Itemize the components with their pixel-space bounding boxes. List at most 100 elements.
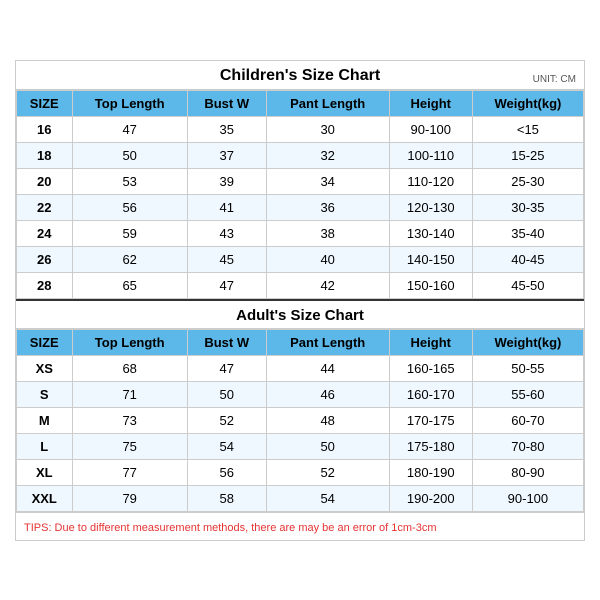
table-cell: 26	[17, 246, 73, 272]
tips-text: TIPS: Due to different measurement metho…	[24, 522, 436, 534]
table-row: M735248170-17560-70	[17, 407, 584, 433]
adult-col-height: Height	[389, 329, 472, 355]
table-cell: 22	[17, 194, 73, 220]
children-col-pant-length: Pant Length	[266, 90, 389, 116]
table-cell: 130-140	[389, 220, 472, 246]
table-cell: 53	[72, 168, 187, 194]
table-row: XS684744160-16550-55	[17, 355, 584, 381]
adult-col-size: SIZE	[17, 329, 73, 355]
table-cell: 18	[17, 142, 73, 168]
table-cell: 35-40	[472, 220, 583, 246]
table-cell: 73	[72, 407, 187, 433]
table-cell: 54	[187, 433, 266, 459]
table-cell: <15	[472, 116, 583, 142]
table-cell: 140-150	[389, 246, 472, 272]
table-cell: 50	[72, 142, 187, 168]
table-cell: 110-120	[389, 168, 472, 194]
adult-col-pant-length: Pant Length	[266, 329, 389, 355]
table-cell: 56	[187, 459, 266, 485]
table-cell: 70-80	[472, 433, 583, 459]
children-col-size: SIZE	[17, 90, 73, 116]
table-cell: 54	[266, 485, 389, 511]
table-cell: 47	[72, 116, 187, 142]
table-cell: 40-45	[472, 246, 583, 272]
table-cell: 90-100	[389, 116, 472, 142]
table-cell: 47	[187, 355, 266, 381]
table-cell: 34	[266, 168, 389, 194]
table-cell: 45-50	[472, 272, 583, 298]
adult-chart-title: Adult's Size Chart	[236, 307, 364, 324]
table-cell: 50	[266, 433, 389, 459]
table-cell: XL	[17, 459, 73, 485]
table-cell: 65	[72, 272, 187, 298]
table-cell: 62	[72, 246, 187, 272]
table-cell: 52	[187, 407, 266, 433]
table-row: 26624540140-15040-45	[17, 246, 584, 272]
table-cell: 175-180	[389, 433, 472, 459]
table-row: 28654742150-16045-50	[17, 272, 584, 298]
children-col-height: Height	[389, 90, 472, 116]
adult-chart-title-row: Adult's Size Chart	[16, 299, 584, 329]
table-cell: 71	[72, 381, 187, 407]
table-cell: 28	[17, 272, 73, 298]
table-cell: 42	[266, 272, 389, 298]
table-cell: L	[17, 433, 73, 459]
table-cell: S	[17, 381, 73, 407]
table-cell: 77	[72, 459, 187, 485]
table-cell: 35	[187, 116, 266, 142]
table-cell: M	[17, 407, 73, 433]
table-cell: 46	[266, 381, 389, 407]
table-cell: 24	[17, 220, 73, 246]
table-row: 20533934110-12025-30	[17, 168, 584, 194]
table-row: S715046160-17055-60	[17, 381, 584, 407]
table-row: 24594338130-14035-40	[17, 220, 584, 246]
table-row: L755450175-18070-80	[17, 433, 584, 459]
table-cell: XS	[17, 355, 73, 381]
table-cell: 50-55	[472, 355, 583, 381]
table-cell: 160-165	[389, 355, 472, 381]
table-cell: 90-100	[472, 485, 583, 511]
table-row: XL775652180-19080-90	[17, 459, 584, 485]
table-cell: 160-170	[389, 381, 472, 407]
adult-header-row: SIZE Top Length Bust W Pant Length Heigh…	[17, 329, 584, 355]
table-row: 1647353090-100<15	[17, 116, 584, 142]
table-cell: 68	[72, 355, 187, 381]
table-cell: XXL	[17, 485, 73, 511]
table-cell: 100-110	[389, 142, 472, 168]
table-row: XXL795854190-20090-100	[17, 485, 584, 511]
children-col-top-length: Top Length	[72, 90, 187, 116]
table-row: 22564136120-13030-35	[17, 194, 584, 220]
table-cell: 15-25	[472, 142, 583, 168]
table-cell: 44	[266, 355, 389, 381]
table-cell: 55-60	[472, 381, 583, 407]
children-col-bust: Bust W	[187, 90, 266, 116]
table-cell: 75	[72, 433, 187, 459]
table-cell: 170-175	[389, 407, 472, 433]
adult-col-bust: Bust W	[187, 329, 266, 355]
table-cell: 150-160	[389, 272, 472, 298]
table-cell: 38	[266, 220, 389, 246]
table-cell: 58	[187, 485, 266, 511]
size-chart-container: Children's Size Chart UNIT: CM SIZE Top …	[15, 60, 585, 541]
table-cell: 45	[187, 246, 266, 272]
table-row: 18503732100-11015-25	[17, 142, 584, 168]
table-cell: 59	[72, 220, 187, 246]
table-cell: 52	[266, 459, 389, 485]
table-cell: 32	[266, 142, 389, 168]
table-cell: 50	[187, 381, 266, 407]
table-cell: 39	[187, 168, 266, 194]
table-cell: 60-70	[472, 407, 583, 433]
children-table: SIZE Top Length Bust W Pant Length Heigh…	[16, 90, 584, 299]
tips-row: TIPS: Due to different measurement metho…	[16, 512, 584, 540]
table-cell: 80-90	[472, 459, 583, 485]
adult-col-weight: Weight(kg)	[472, 329, 583, 355]
table-cell: 36	[266, 194, 389, 220]
children-chart-title-row: Children's Size Chart UNIT: CM	[16, 61, 584, 90]
table-cell: 37	[187, 142, 266, 168]
unit-label: UNIT: CM	[533, 74, 576, 85]
adult-col-top-length: Top Length	[72, 329, 187, 355]
children-header-row: SIZE Top Length Bust W Pant Length Heigh…	[17, 90, 584, 116]
table-cell: 190-200	[389, 485, 472, 511]
table-cell: 47	[187, 272, 266, 298]
table-cell: 79	[72, 485, 187, 511]
